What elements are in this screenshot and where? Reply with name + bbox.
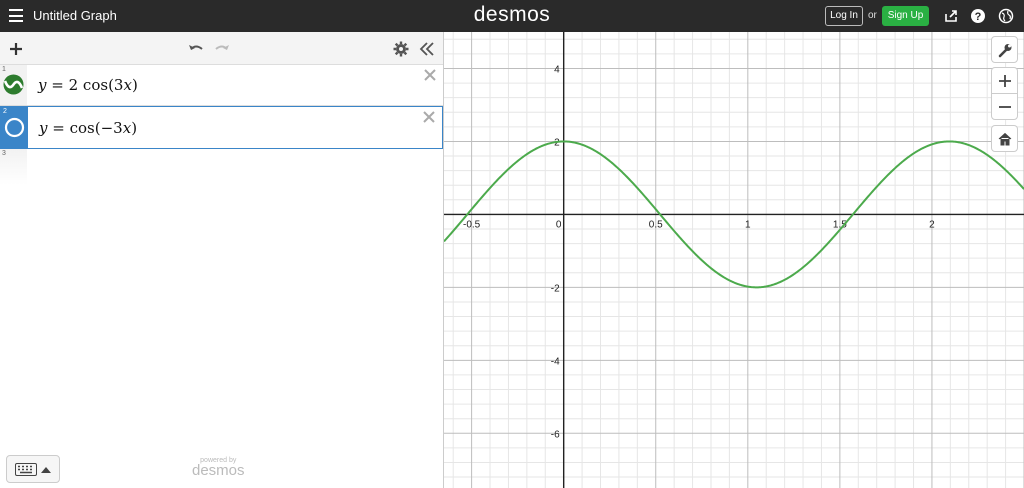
graph-color-hidden-icon[interactable] bbox=[4, 117, 25, 138]
home-icon bbox=[998, 132, 1012, 146]
coefficient: 2 bbox=[68, 76, 79, 94]
svg-text:?: ? bbox=[975, 11, 982, 23]
expression-row-3[interactable]: 3 bbox=[0, 149, 443, 185]
minor-grid bbox=[444, 32, 1024, 488]
expression-number: 2 bbox=[3, 108, 7, 115]
lhs-variable: y bbox=[39, 119, 48, 137]
keyboard-button[interactable] bbox=[6, 455, 60, 483]
graph-paper[interactable]: -0.5 0 0.5 1 1.5 242-2-4-6 bbox=[444, 32, 1024, 488]
expression-gutter: 2 bbox=[1, 107, 28, 148]
expression-latex[interactable]: y = 2 cos(3x) bbox=[38, 76, 138, 94]
plus-icon[interactable] bbox=[7, 40, 25, 58]
help-icon[interactable]: ? bbox=[970, 8, 986, 24]
wrench-icon bbox=[998, 44, 1012, 58]
delete-expression-icon[interactable] bbox=[423, 68, 437, 82]
expression-number: 1 bbox=[2, 66, 6, 73]
argument: −3 bbox=[100, 119, 123, 137]
zoom-out-button[interactable] bbox=[991, 93, 1018, 120]
double-chevron-left-icon[interactable] bbox=[418, 40, 436, 58]
expression-row-2[interactable]: 2 y = cos(−3x) bbox=[0, 106, 443, 149]
expression-gutter: 3 bbox=[0, 149, 27, 185]
expression-gutter: 1 bbox=[0, 65, 27, 105]
keyboard-icon bbox=[15, 463, 37, 476]
top-bar: Untitled Graph desmos Log In or Sign Up … bbox=[0, 0, 1024, 32]
redo-icon[interactable] bbox=[213, 40, 231, 58]
expression-number: 3 bbox=[2, 150, 6, 157]
login-button[interactable]: Log In bbox=[825, 6, 863, 26]
x-tick-label: 1 bbox=[745, 219, 751, 230]
axes bbox=[444, 32, 1024, 488]
expression-row-1[interactable]: 1 y = 2 cos(3x) bbox=[0, 65, 443, 106]
function-name: cos bbox=[82, 76, 109, 94]
graph-settings-button[interactable] bbox=[991, 36, 1018, 63]
minus-icon bbox=[999, 106, 1011, 108]
signup-button[interactable]: Sign Up bbox=[882, 6, 929, 26]
powered-by-desmos[interactable]: powered by desmos bbox=[192, 457, 245, 479]
x-tick-label: 2 bbox=[929, 219, 935, 230]
y-tick-label: -6 bbox=[551, 429, 560, 440]
expression-panel: 1 y = 2 cos(3x) 2 y = cos(−3x) 3 powered… bbox=[0, 32, 444, 488]
gear-icon[interactable] bbox=[392, 40, 410, 58]
tick-labels: -0.5 0 0.5 1 1.5 242-2-4-6 bbox=[463, 64, 935, 440]
share-icon[interactable] bbox=[943, 8, 959, 24]
expression-latex[interactable]: y = cos(−3x) bbox=[39, 119, 137, 137]
x-tick-label: 0 bbox=[556, 219, 562, 230]
menu-icon[interactable] bbox=[9, 9, 23, 22]
delete-expression-icon[interactable] bbox=[422, 110, 436, 124]
function-name: cos bbox=[69, 119, 95, 137]
argument-variable: x bbox=[122, 119, 132, 137]
zoom-in-button[interactable] bbox=[991, 67, 1018, 94]
graph-title[interactable]: Untitled Graph bbox=[33, 8, 117, 23]
or-label: or bbox=[868, 10, 877, 21]
default-viewport-button[interactable] bbox=[991, 125, 1018, 152]
powered-by-brand: desmos bbox=[192, 462, 245, 479]
lhs-variable: y bbox=[38, 76, 47, 94]
caret-up-icon bbox=[41, 467, 51, 473]
y-tick-label: -4 bbox=[551, 356, 560, 367]
undo-icon[interactable] bbox=[187, 40, 205, 58]
y-tick-label: 4 bbox=[554, 64, 560, 75]
graph-color-wave-icon[interactable] bbox=[3, 74, 24, 95]
expression-toolbar bbox=[0, 32, 443, 65]
y-tick-label: -2 bbox=[551, 283, 560, 294]
x-tick-label: -0.5 bbox=[463, 219, 481, 230]
globe-icon[interactable] bbox=[998, 8, 1014, 24]
x-tick-label: 0.5 bbox=[649, 219, 663, 230]
argument-variable: x bbox=[123, 76, 132, 94]
plus-icon bbox=[999, 75, 1011, 87]
major-grid bbox=[444, 32, 1024, 488]
